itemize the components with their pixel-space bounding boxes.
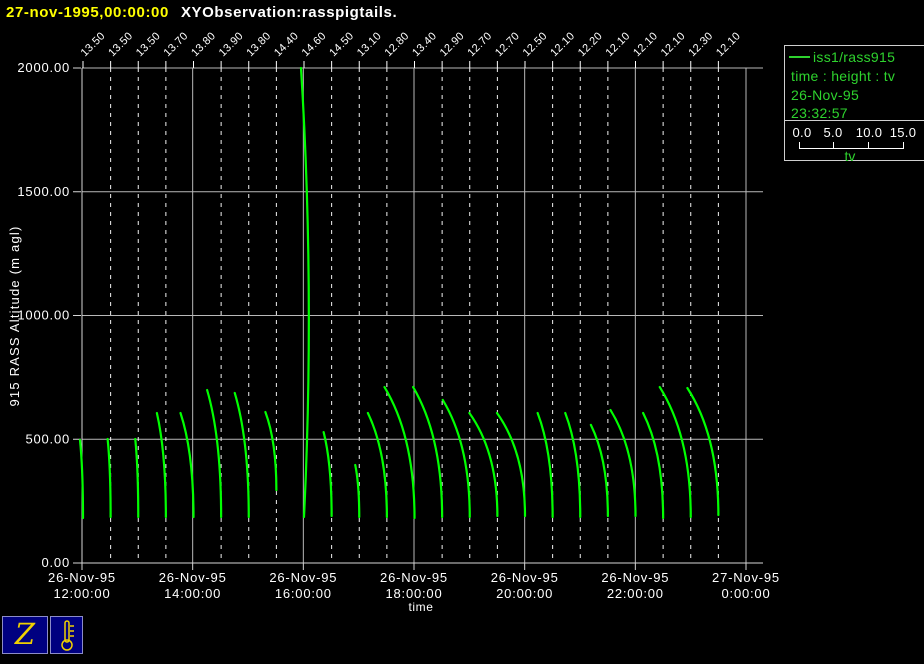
tv-value-label: 12.70	[493, 30, 522, 59]
x-axis-title: time	[408, 600, 433, 614]
pigtail-curve	[179, 411, 195, 519]
tv-value-label: 14.60	[300, 30, 329, 59]
pigtail-curve	[589, 423, 609, 518]
legend-time: 23:32:57	[791, 105, 848, 121]
tv-value-label: 12.50	[521, 30, 550, 59]
tv-value-label: 13.40	[410, 30, 439, 59]
chart-generated-layer: 26-Nov-9512:00:0026-Nov-9514:00:0026-Nov…	[17, 30, 780, 601]
legend-panel: iss1/rass915 time : height : tv 26-Nov-9…	[784, 45, 924, 164]
tv-value-label: 12.10	[604, 30, 633, 59]
pigtail-curve	[299, 66, 310, 519]
y-tick-label: 500.00	[25, 431, 70, 446]
tv-value-label: 12.10	[631, 30, 660, 59]
thermometer-icon	[60, 620, 74, 651]
pigtail-curve	[383, 385, 416, 520]
zoom-z-icon: Z	[14, 616, 36, 651]
y-tick-label: 2000.00	[17, 60, 70, 75]
tv-value-label: 13.50	[79, 30, 108, 59]
pigtail-curve	[564, 411, 582, 519]
x-tick-date: 27-Nov-95	[712, 570, 780, 585]
x-tick-date: 26-Nov-95	[159, 570, 227, 585]
y-tick-label: 1000.00	[17, 308, 70, 323]
y-tick-label: 1500.00	[17, 184, 70, 199]
thermometer-tool-button[interactable]	[50, 616, 83, 654]
pigtail-curve	[322, 430, 333, 518]
tv-value-label: 13.80	[189, 30, 218, 59]
x-tick-date: 26-Nov-95	[491, 570, 559, 585]
x-tick-time: 22:00:00	[607, 586, 664, 601]
pigtail-curve	[106, 437, 112, 519]
tv-value-label: 14.50	[327, 30, 356, 59]
pigtail-curve	[468, 411, 499, 518]
tv-value-label: 13.90	[217, 30, 246, 59]
pigtail-curve	[206, 388, 223, 519]
x-tick-time: 14:00:00	[164, 586, 221, 601]
legend-series-row: iss1/rass915	[789, 49, 895, 65]
tv-value-label: 12.70	[465, 30, 494, 59]
tv-scale-ruler-tick	[833, 142, 834, 148]
pigtail-curve	[536, 411, 554, 519]
tv-value-label: 13.10	[355, 30, 384, 59]
legend-separator	[785, 120, 924, 121]
pigtail-curve	[495, 411, 527, 518]
pigtail-curve	[441, 398, 471, 519]
x-tick-date: 26-Nov-95	[380, 570, 448, 585]
tv-value-label: 12.80	[383, 30, 412, 59]
tv-value-label: 12.30	[686, 30, 715, 59]
x-tick-time: 0:00:00	[722, 586, 771, 601]
legend-series-label: iss1/rass915	[813, 49, 896, 65]
tv-value-label: 13.50	[106, 30, 135, 59]
pigtail-curve	[233, 391, 250, 519]
tv-value-label: 12.10	[659, 30, 688, 59]
pigtail-curve	[155, 411, 167, 519]
x-tick-time: 18:00:00	[385, 586, 442, 601]
x-tick-date: 26-Nov-95	[48, 570, 116, 585]
pigtail-curve	[366, 411, 388, 519]
x-tick-date: 26-Nov-95	[601, 570, 669, 585]
tv-value-label: 12.20	[576, 30, 605, 59]
pigtail-curve	[264, 410, 278, 492]
tv-scale-ruler-tick	[868, 142, 869, 148]
tv-scale-label: tv	[844, 148, 856, 164]
tv-value-label: 14.40	[272, 30, 301, 59]
app-screen: 27-nov-1995,00:00:00 XYObservation:rasspi…	[0, 0, 924, 664]
tv-scale-tick-10: 10.0	[855, 125, 883, 140]
pigtail-curve	[412, 385, 444, 519]
pigtail-curve	[686, 386, 720, 517]
x-tick-time: 16:00:00	[275, 586, 332, 601]
pigtail-curve	[354, 463, 361, 519]
x-tick-date: 26-Nov-95	[269, 570, 337, 585]
x-tick-time: 20:00:00	[496, 586, 553, 601]
legend-line-sample	[789, 56, 810, 58]
tv-value-label: 13.80	[244, 30, 273, 59]
y-tick-label: 0.00	[41, 555, 70, 570]
tv-scale-tick-15: 15.0	[889, 125, 917, 140]
legend-fields: time : height : tv	[791, 68, 896, 84]
tv-value-label: 12.10	[548, 30, 577, 59]
tv-value-label: 12.90	[438, 30, 467, 59]
zoom-tool-button[interactable]: Z	[2, 616, 48, 654]
pigtail-curve	[609, 408, 637, 518]
pigtail-curve	[658, 385, 692, 519]
x-tick-time: 12:00:00	[53, 586, 110, 601]
tv-value-label: 13.70	[162, 30, 191, 59]
tv-scale-tick-5: 5.0	[823, 125, 843, 140]
tv-value-label: 12.10	[714, 30, 743, 59]
pigtail-curve	[134, 437, 140, 519]
tv-scale-tick-0: 0.0	[792, 125, 812, 140]
tv-value-label: 13.50	[134, 30, 163, 59]
legend-date: 26-Nov-95	[791, 87, 860, 103]
pigtail-curve	[642, 411, 665, 520]
